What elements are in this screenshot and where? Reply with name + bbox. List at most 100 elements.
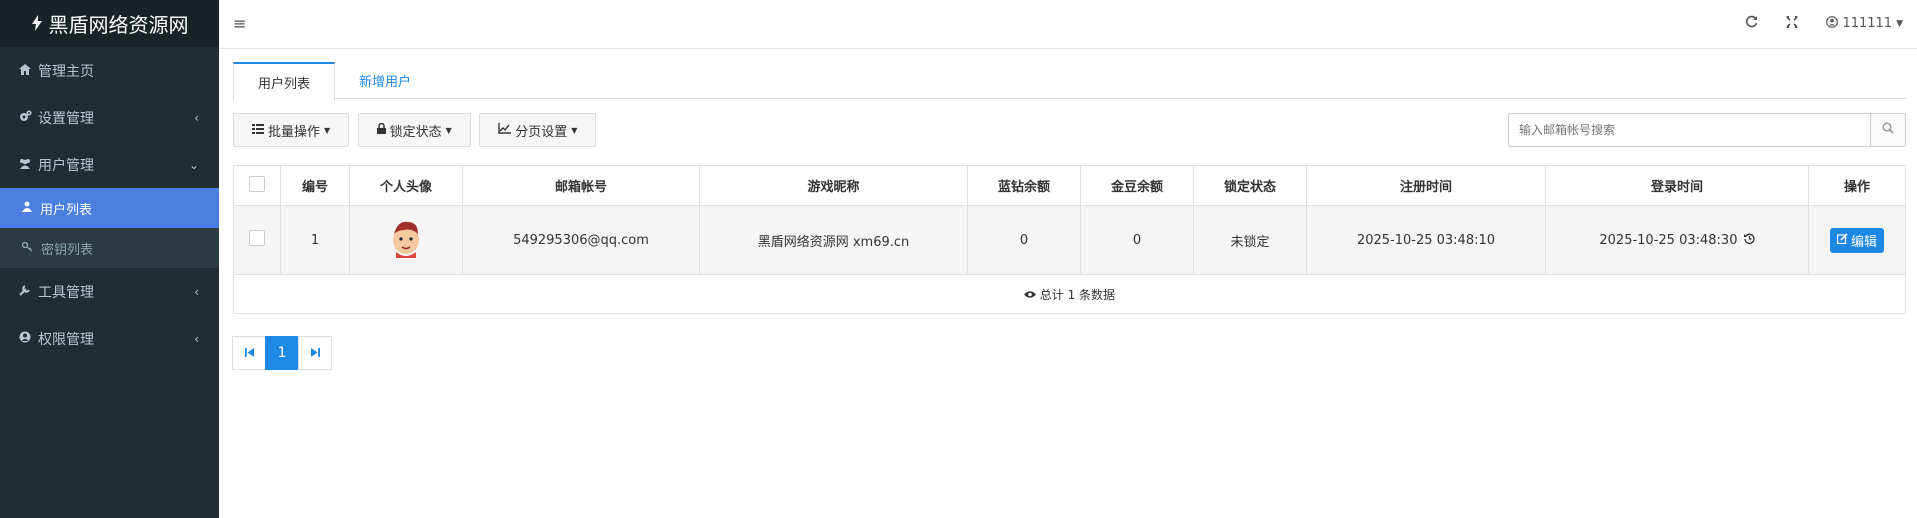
history-icon[interactable] bbox=[1743, 233, 1755, 248]
page-button-current[interactable]: 1 bbox=[265, 336, 299, 370]
step-forward-icon bbox=[310, 346, 320, 360]
sidebar-item-label: 工具管理 bbox=[38, 284, 94, 301]
sidebar-subitem-label: 密钥列表 bbox=[41, 242, 94, 258]
total-count-cell: 总计 1 条数据 bbox=[233, 274, 1906, 314]
user-circle-icon bbox=[1826, 15, 1839, 32]
chevron-left-icon: ‹ bbox=[194, 331, 199, 346]
register-time-cell: 2025-10-25 03:48:10 bbox=[1306, 205, 1546, 275]
top-navbar: ≡ 111111 ▼ bbox=[219, 0, 1917, 49]
edit-label: 编辑 bbox=[1850, 234, 1877, 250]
email-cell: 549295306@qq.com bbox=[462, 205, 700, 275]
column-header: 游戏昵称 bbox=[699, 165, 968, 206]
search-icon bbox=[1882, 122, 1894, 138]
gold-balance-cell: 0 bbox=[1080, 205, 1194, 275]
home-icon bbox=[18, 63, 32, 78]
search-box bbox=[1508, 113, 1906, 147]
caret-down-icon: ▼ bbox=[324, 125, 331, 135]
wrench-icon bbox=[18, 284, 32, 299]
select-all-cell bbox=[233, 165, 281, 206]
row-checkbox[interactable] bbox=[249, 230, 265, 246]
key-icon bbox=[21, 241, 33, 255]
toolbar: 批量操作 ▼ 锁定状态 ▼ 分页设置 ▼ bbox=[233, 113, 1906, 147]
main-content: 用户列表 新增用户 批量操作 ▼ 锁定状态 ▼ 分页设置 ▼ 输入邮箱帐号搜索 … bbox=[232, 62, 1906, 370]
paging-settings-button[interactable]: 分页设置 ▼ bbox=[479, 113, 597, 147]
login-time: 2025-10-25 03:48:30 bbox=[1599, 232, 1738, 248]
tab-add-user[interactable]: 新增用户 bbox=[335, 62, 435, 98]
sidebar-item-label: 用户管理 bbox=[38, 157, 94, 174]
sidebar-item-permissions[interactable]: 权限管理 ‹ bbox=[0, 315, 219, 362]
username: 111111 bbox=[1842, 16, 1893, 31]
line-chart-icon bbox=[498, 122, 512, 138]
sidebar-item-users[interactable]: 用户管理 ⌄ bbox=[0, 141, 219, 188]
edit-icon bbox=[1836, 232, 1848, 248]
brand-title: 黑盾网络资源网 bbox=[48, 13, 189, 37]
pagination: 1 bbox=[232, 336, 1906, 370]
select-cell bbox=[233, 205, 281, 275]
sidebar-subitem-user-list[interactable]: 用户列表 bbox=[0, 188, 219, 228]
sidebar-item-label: 权限管理 bbox=[38, 331, 94, 348]
lock-icon bbox=[376, 122, 386, 138]
user-table: 编号 个人头像 邮箱帐号 游戏昵称 蓝钻余额 金豆余额 锁定状态 注册时间 登录… bbox=[233, 165, 1906, 314]
sidebar-item-tools[interactable]: 工具管理 ‹ bbox=[0, 268, 219, 315]
list-icon bbox=[252, 123, 264, 138]
user-menu[interactable]: 111111 ▼ bbox=[1826, 15, 1903, 32]
user-circle-icon bbox=[18, 331, 32, 346]
search-button[interactable] bbox=[1870, 114, 1905, 146]
first-page-button[interactable] bbox=[232, 336, 266, 370]
column-header: 编号 bbox=[280, 165, 350, 206]
refresh-icon[interactable] bbox=[1745, 15, 1758, 32]
column-header: 操作 bbox=[1808, 165, 1906, 206]
cogs-icon bbox=[18, 110, 32, 125]
column-header: 金豆余额 bbox=[1080, 165, 1194, 206]
user-icon bbox=[22, 201, 32, 215]
sidebar-item-label: 设置管理 bbox=[38, 110, 94, 127]
lock-status-cell: 未锁定 bbox=[1193, 205, 1307, 275]
avatar-cell bbox=[349, 205, 463, 275]
sidebar: 黑盾网络资源网 管理主页 设置管理 ‹ 用户管理 ⌄ 用户列表 密钥列表 工具管… bbox=[0, 0, 219, 518]
action-cell: 编辑 bbox=[1808, 205, 1906, 275]
table-row: 1 549295306@qq.com 黑盾网络资源网 xm69.cn 0 0 未… bbox=[233, 205, 1906, 275]
blue-balance-cell: 0 bbox=[967, 205, 1081, 275]
table-header-row: 编号 个人头像 邮箱帐号 游戏昵称 蓝钻余额 金豆余额 锁定状态 注册时间 登录… bbox=[233, 165, 1906, 206]
caret-down-icon: ▼ bbox=[1896, 18, 1903, 29]
last-page-button[interactable] bbox=[298, 336, 332, 370]
brand[interactable]: 黑盾网络资源网 bbox=[0, 0, 219, 47]
login-time-cell: 2025-10-25 03:48:30 bbox=[1545, 205, 1809, 275]
table-footer-row: 总计 1 条数据 bbox=[233, 274, 1906, 314]
total-count-text: 总计 1 条数据 bbox=[1039, 287, 1116, 302]
hamburger-menu-icon[interactable]: ≡ bbox=[233, 14, 246, 33]
fullscreen-icon[interactable] bbox=[1786, 15, 1799, 32]
column-header: 个人头像 bbox=[349, 165, 463, 206]
sidebar-item-home[interactable]: 管理主页 bbox=[0, 47, 219, 94]
search-input[interactable] bbox=[1509, 114, 1870, 146]
sidebar-subitem-label: 用户列表 bbox=[40, 202, 93, 218]
chevron-down-icon: ⌄ bbox=[188, 157, 199, 172]
sidebar-item-settings[interactable]: 设置管理 ‹ bbox=[0, 94, 219, 141]
bolt-icon bbox=[31, 12, 43, 36]
column-header: 锁定状态 bbox=[1193, 165, 1307, 206]
sidebar-subitem-key-list[interactable]: 密钥列表 bbox=[0, 228, 219, 268]
column-header: 注册时间 bbox=[1306, 165, 1546, 206]
sidebar-item-label: 管理主页 bbox=[38, 63, 94, 80]
eye-icon bbox=[1023, 288, 1040, 302]
edit-button[interactable]: 编辑 bbox=[1829, 227, 1884, 253]
chevron-left-icon: ‹ bbox=[194, 284, 199, 299]
users-icon bbox=[18, 158, 32, 172]
nickname-cell: 黑盾网络资源网 xm69.cn bbox=[699, 205, 968, 275]
column-header: 登录时间 bbox=[1545, 165, 1809, 206]
caret-down-icon: ▼ bbox=[571, 125, 578, 135]
button-label: 批量操作 bbox=[268, 124, 321, 140]
tab-user-list[interactable]: 用户列表 bbox=[233, 62, 336, 101]
step-backward-icon bbox=[244, 346, 254, 360]
column-header: 邮箱帐号 bbox=[462, 165, 700, 206]
chevron-left-icon: ‹ bbox=[194, 110, 199, 125]
button-label: 锁定状态 bbox=[389, 124, 442, 140]
caret-down-icon: ▼ bbox=[445, 125, 452, 135]
lock-status-button[interactable]: 锁定状态 ▼ bbox=[357, 113, 471, 147]
batch-operation-button[interactable]: 批量操作 ▼ bbox=[233, 113, 350, 147]
column-header: 蓝钻余额 bbox=[967, 165, 1081, 206]
button-label: 分页设置 bbox=[515, 124, 568, 140]
avatar bbox=[386, 216, 426, 260]
select-all-checkbox[interactable] bbox=[249, 175, 265, 192]
tab-bar: 用户列表 新增用户 bbox=[233, 62, 1906, 101]
